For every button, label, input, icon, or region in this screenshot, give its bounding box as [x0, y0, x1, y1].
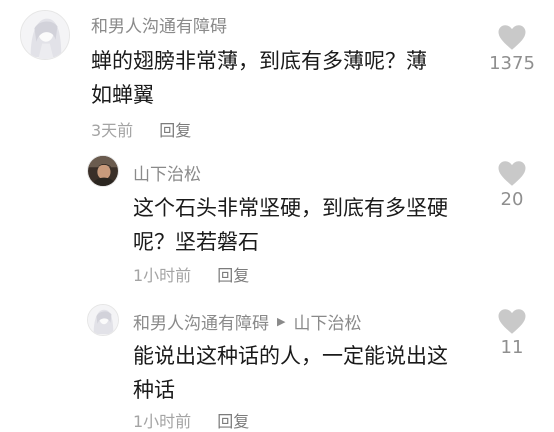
comment-text-line: 能说出这种话的人，一定能说出这 — [133, 344, 448, 368]
comment-text-line: 蝉的翅膀非常薄，到底有多薄呢？薄 — [91, 49, 427, 73]
play-arrow-icon: ▶ — [277, 315, 286, 328]
like-button[interactable]: 20 — [482, 160, 542, 210]
heart-icon — [498, 25, 526, 50]
anime-girl-avatar-icon — [21, 11, 69, 59]
like-count: 1375 — [489, 53, 535, 74]
heart-icon — [498, 161, 526, 186]
avatar[interactable] — [20, 10, 70, 60]
heart-icon — [498, 309, 526, 334]
comment-username[interactable]: 和男人沟通有障碍 — [133, 309, 269, 334]
like-button[interactable]: 1375 — [482, 24, 542, 74]
anime-girl-avatar-icon — [88, 305, 118, 335]
comment-text-line: 这个石头非常坚硬，到底有多坚硬 — [133, 196, 448, 220]
comment-text-line: 呢？坚若磐石 — [133, 230, 259, 254]
reply-button[interactable]: 回复 — [217, 262, 249, 286]
reply-to-username[interactable]: 山下治松 — [293, 309, 361, 334]
comment-text-line: 种话 — [133, 378, 175, 402]
like-count: 20 — [500, 189, 524, 210]
comment-time: 1小时前 — [133, 412, 192, 431]
reply-button[interactable]: 回复 — [159, 117, 191, 141]
comment-time: 3天前 — [91, 121, 134, 140]
like-button[interactable]: 11 — [482, 308, 542, 358]
comment-text-line: 如蝉翼 — [91, 83, 154, 107]
comment-username[interactable]: 和男人沟通有障碍 — [91, 12, 227, 37]
avatar[interactable] — [87, 304, 119, 336]
comment-username[interactable]: 山下治松 — [133, 160, 201, 185]
avatar[interactable] — [87, 155, 119, 187]
photo-avatar-icon — [88, 156, 118, 186]
like-count: 11 — [500, 337, 524, 358]
comment-time: 1小时前 — [133, 266, 192, 285]
reply-button[interactable]: 回复 — [217, 408, 249, 432]
